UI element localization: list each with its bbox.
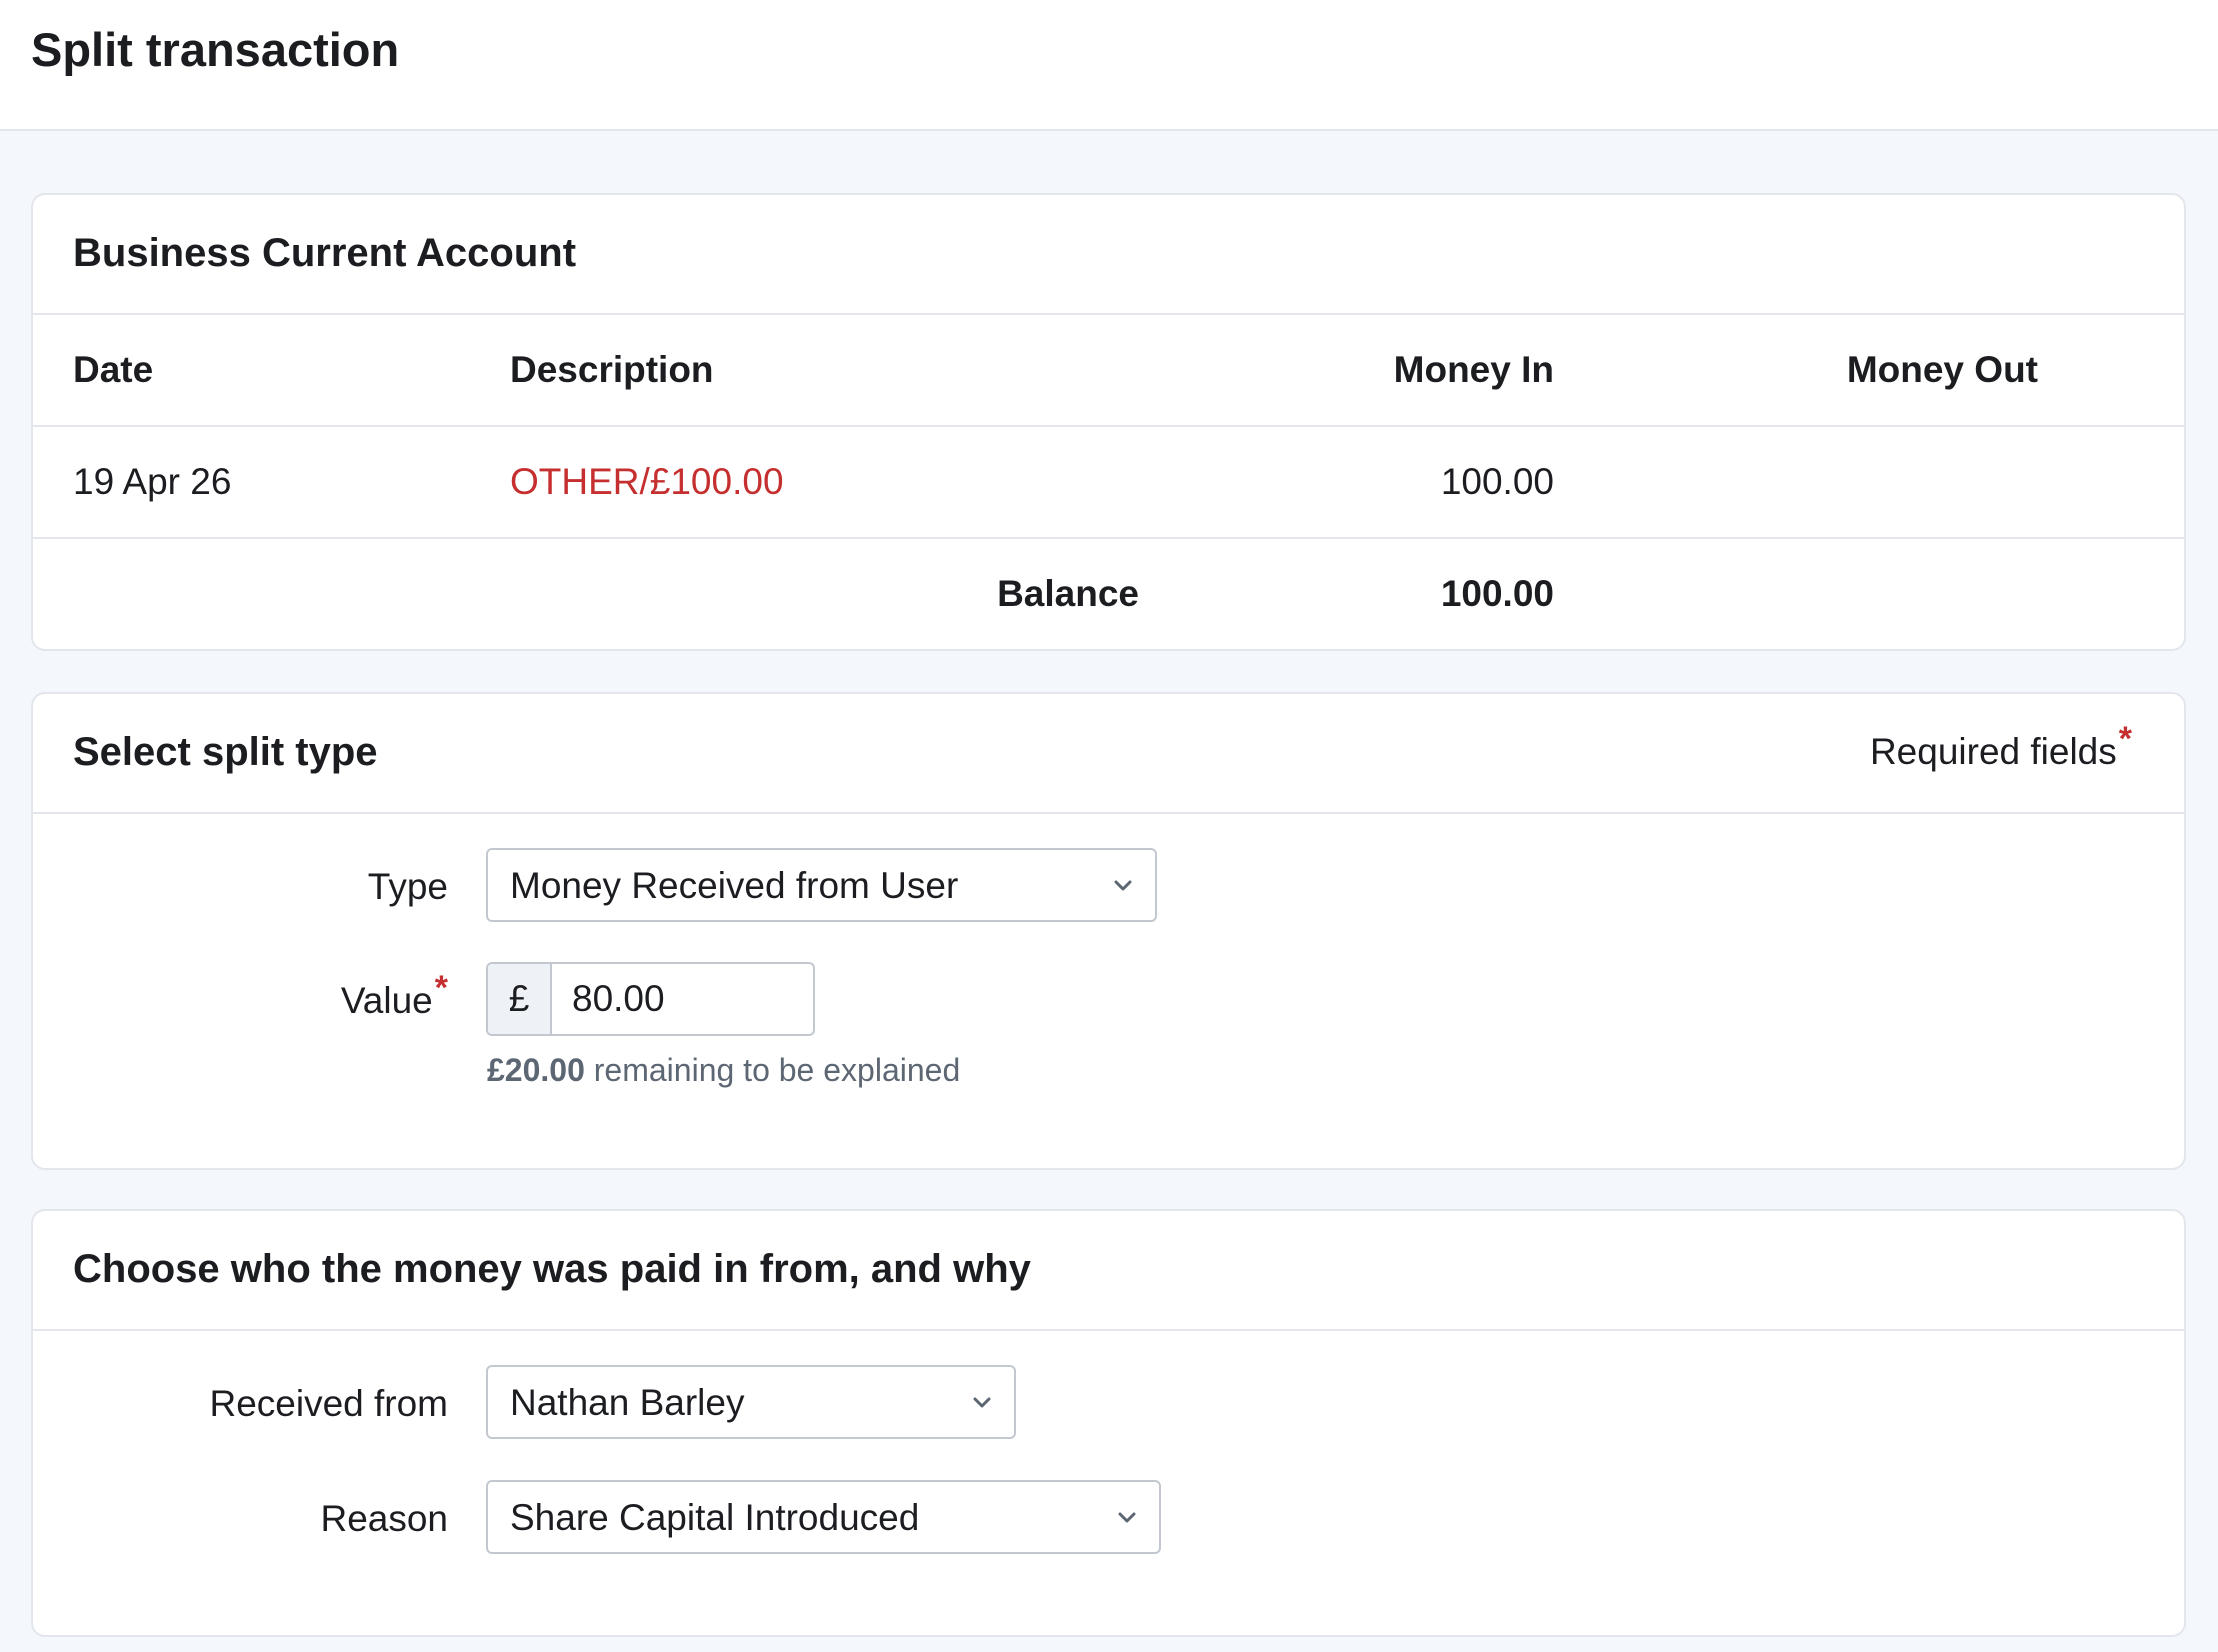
balance-row: Balance 100.00 <box>33 539 2184 649</box>
type-select-value: Money Received from User <box>510 865 959 906</box>
reason-select-value: Share Capital Introduced <box>510 1497 920 1538</box>
transaction-description-link[interactable]: OTHER/£100.00 <box>510 461 784 503</box>
top-bar: Split transaction <box>0 0 2218 131</box>
column-header-money-in: Money In <box>1393 349 1554 390</box>
transaction-date: 19 Apr 26 <box>73 461 232 502</box>
split-title: Select split type <box>73 730 378 774</box>
balance-label: Balance <box>997 573 1139 614</box>
account-title: Business Current Account <box>73 231 577 275</box>
value-input[interactable] <box>552 964 813 1034</box>
split-card-header: Select split type Required fields* <box>33 694 2184 814</box>
remaining-text: remaining to be explained <box>593 1052 961 1088</box>
column-header-date: Date <box>73 349 154 390</box>
reason-label: Reason <box>320 1498 448 1539</box>
received-from-label: Received from <box>209 1383 448 1424</box>
account-card: Business Current Account Date Descriptio… <box>31 193 2186 651</box>
required-fields-label: Required fields <box>1869 731 2117 772</box>
remaining-hint: £20.00 remaining to be explained <box>487 1052 960 1089</box>
remaining-amount: £20.00 <box>487 1052 585 1088</box>
column-header-money-out: Money Out <box>1846 349 2038 390</box>
split-type-card: Select split type Required fields* Type … <box>31 692 2186 1170</box>
value-label: Value* <box>340 969 448 1022</box>
reason-select[interactable]: Share Capital Introduced <box>486 1480 1161 1554</box>
required-asterisk: * <box>434 969 448 1007</box>
chevron-down-icon <box>1118 1512 1136 1523</box>
required-fields-note: Required fields* <box>1869 720 2132 773</box>
balance-value: 100.00 <box>1440 573 1554 614</box>
type-label: Type <box>367 866 448 907</box>
payer-title: Choose who the money was paid in from, a… <box>73 1247 1031 1291</box>
received-from-select[interactable]: Nathan Barley <box>486 1365 1016 1439</box>
chevron-down-icon <box>1114 880 1132 891</box>
page-title: Split transaction <box>31 23 400 76</box>
currency-prefix: £ <box>488 964 552 1034</box>
table-header-row: Date Description Money In Money Out <box>33 315 2184 427</box>
value-input-group: £ <box>486 962 815 1036</box>
chevron-down-icon <box>973 1397 991 1408</box>
transaction-money-in: 100.00 <box>1440 461 1554 502</box>
type-select[interactable]: Money Received from User <box>486 848 1157 922</box>
received-from-select-value: Nathan Barley <box>510 1382 745 1423</box>
table-row: 19 Apr 26 OTHER/£100.00 100.00 <box>33 427 2184 539</box>
payer-card-header: Choose who the money was paid in from, a… <box>33 1211 2184 1331</box>
account-card-header: Business Current Account <box>33 195 2184 315</box>
column-header-description: Description <box>510 349 714 390</box>
value-label-text: Value <box>340 980 433 1021</box>
required-asterisk: * <box>2118 720 2132 758</box>
payer-card: Choose who the money was paid in from, a… <box>31 1209 2186 1637</box>
